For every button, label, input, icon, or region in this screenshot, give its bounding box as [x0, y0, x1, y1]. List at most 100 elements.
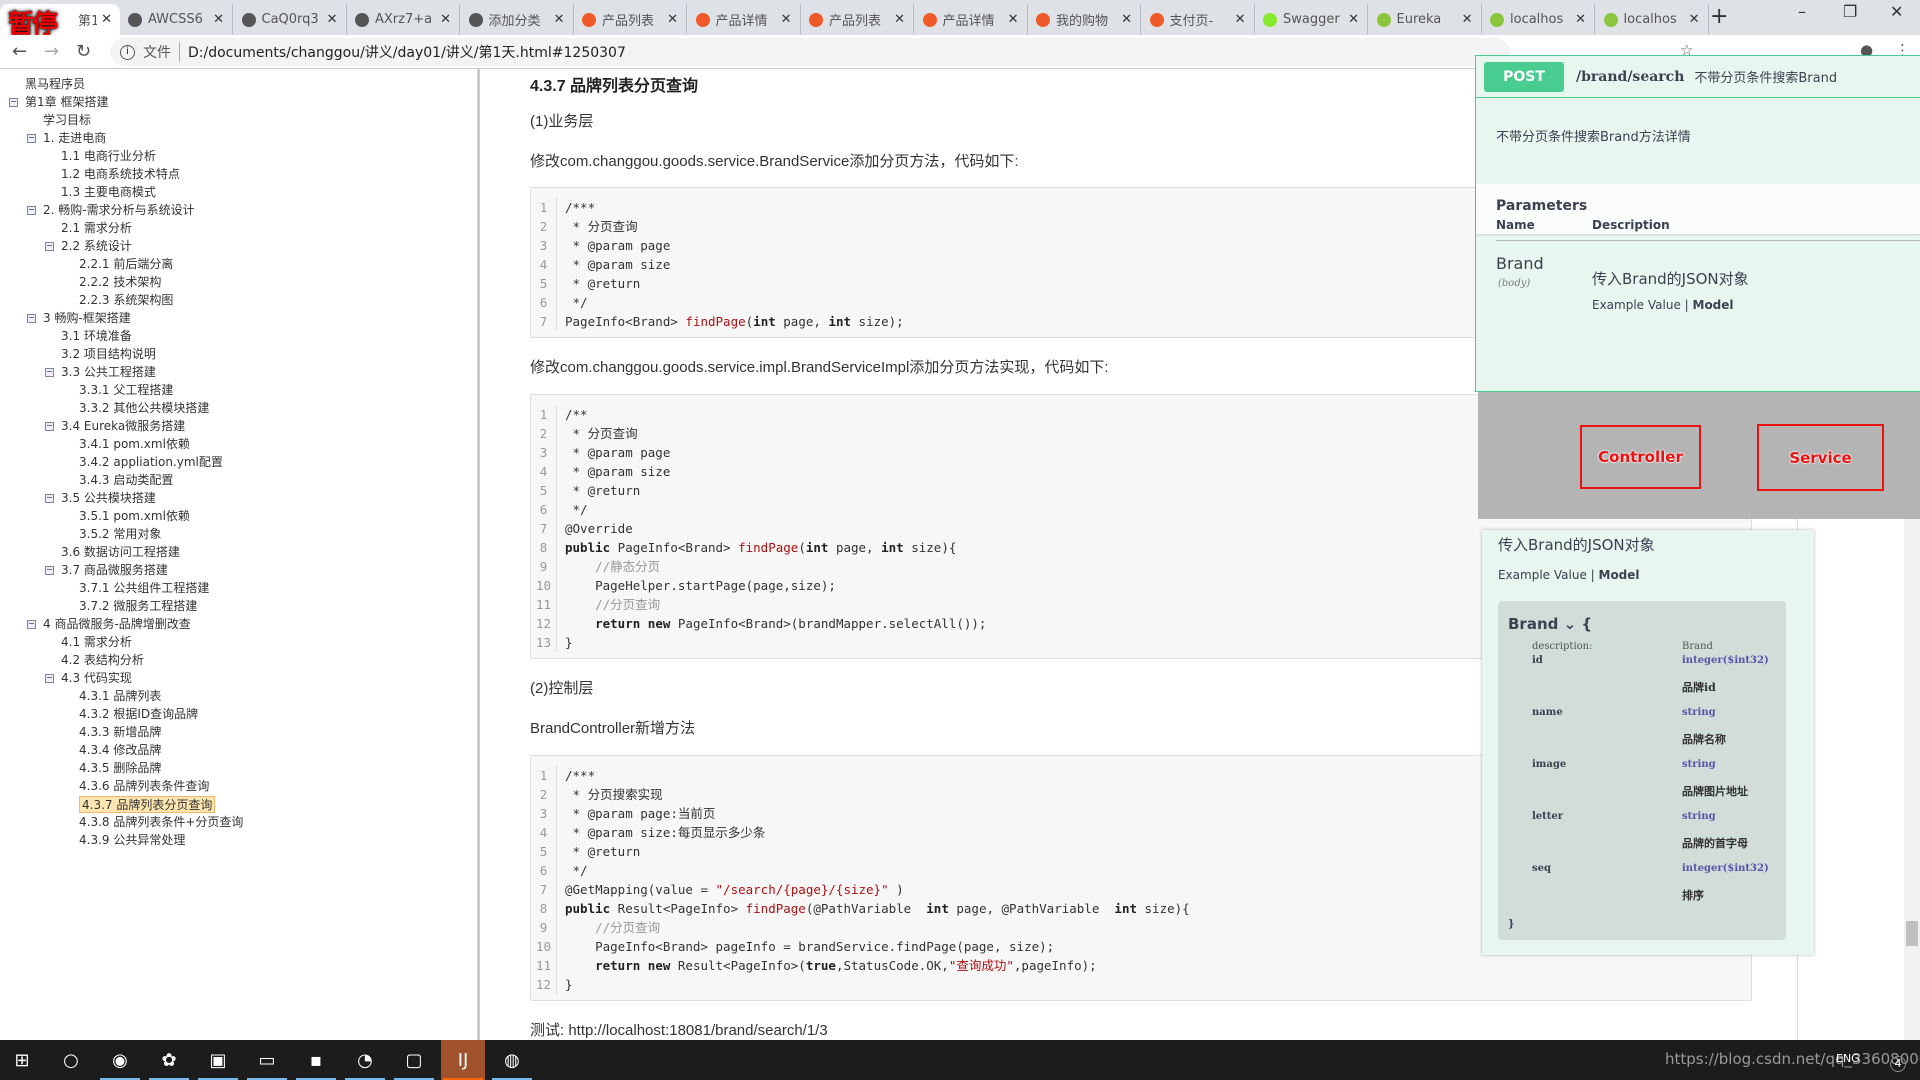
back-icon[interactable]: ←	[12, 41, 27, 62]
toc-item[interactable]: 3.7.1 公共组件工程搭建	[79, 580, 209, 597]
toc-item[interactable]: 第1章 框架搭建	[25, 94, 108, 111]
editor-icon[interactable]: ▣	[196, 1040, 240, 1080]
close-tab-icon[interactable]: ✕	[1575, 12, 1586, 27]
toc-item[interactable]: 3.3.2 其他公共模块搭建	[79, 400, 209, 417]
minimize-icon[interactable]: –	[1798, 2, 1806, 21]
xshell-icon[interactable]: ◔	[343, 1040, 387, 1080]
toc-item[interactable]: 3.5 公共模块搭建	[61, 490, 156, 507]
chrome-icon[interactable]: ◉	[98, 1040, 142, 1080]
toc-item[interactable]: 4.3.9 公共异常处理	[79, 832, 185, 849]
collapse-toggle-icon[interactable]: −	[27, 206, 36, 215]
toc-item[interactable]: 2.2.1 前后端分离	[79, 256, 173, 273]
close-tab-icon[interactable]: ✕	[213, 12, 224, 27]
browser-tab[interactable]: localhos ✕	[1482, 4, 1595, 35]
collapse-toggle-icon[interactable]: −	[45, 368, 54, 377]
input-language[interactable]: ENG	[1836, 1052, 1860, 1065]
chevron-down-icon[interactable]: ⌄	[1564, 615, 1577, 633]
close-tab-icon[interactable]: ✕	[1121, 12, 1132, 27]
browser-tab[interactable]: 产品列表 ✕	[574, 4, 687, 35]
info-icon[interactable]: i	[120, 44, 135, 60]
browser-tab[interactable]: Eureka ✕	[1369, 4, 1482, 35]
filezilla-icon[interactable]: ✿	[147, 1040, 191, 1080]
scrollbar-thumb[interactable]	[1906, 921, 1918, 946]
vmware-icon[interactable]: ▢	[392, 1040, 436, 1080]
toc-item[interactable]: 4.3.4 修改品牌	[79, 742, 161, 759]
toc-item[interactable]: 3.3.1 父工程搭建	[79, 382, 173, 399]
toc-item[interactable]: 3.1 环境准备	[61, 328, 132, 345]
operation-header[interactable]: POST /brand/search 不带分页条件搜索Brand	[1476, 56, 1920, 98]
toc-item[interactable]: 黑马程序员	[25, 76, 85, 93]
browser-tab[interactable]: localhos ✕	[1596, 4, 1709, 35]
browser-tab[interactable]: AWCSS6 ✕	[120, 4, 233, 35]
toc-item[interactable]: 3.6 数据访问工程搭建	[61, 544, 180, 561]
browser-tab[interactable]: 添加分类 ✕	[461, 4, 574, 35]
cortana-icon[interactable]: ○	[49, 1040, 93, 1080]
browser-tab[interactable]: CaQ0rq3 ✕	[234, 4, 347, 35]
intellij-icon[interactable]: IJ	[441, 1040, 485, 1080]
postman-icon[interactable]: ◍	[490, 1040, 534, 1080]
close-tab-icon[interactable]: ✕	[894, 12, 905, 27]
close-tab-icon[interactable]: ✕	[667, 12, 678, 27]
model-tab[interactable]: Model	[1693, 298, 1734, 312]
collapse-toggle-icon[interactable]: −	[27, 620, 36, 629]
collapse-toggle-icon[interactable]: −	[27, 134, 36, 143]
close-tab-icon[interactable]: ✕	[327, 12, 338, 27]
notification-count[interactable]: 4	[1890, 1056, 1906, 1072]
toc-item[interactable]: 4.2 表结构分析	[61, 652, 144, 669]
example-value-tab[interactable]: Example Value	[1592, 298, 1681, 312]
forward-icon[interactable]: →	[44, 41, 59, 62]
toc-item[interactable]: 4.1 需求分析	[61, 634, 132, 651]
toc-item[interactable]: 1.2 电商系统技术特点	[61, 166, 180, 183]
terminal-icon[interactable]: ▪	[294, 1040, 338, 1080]
toc-item[interactable]: 2.2 系统设计	[61, 238, 132, 255]
model-title[interactable]: Brand ⌄ {	[1508, 615, 1592, 633]
url-input[interactable]: i 文件 D:/documents/changgou/讲义/day01/讲义/第…	[110, 38, 1510, 66]
browser-tab[interactable]: Swagger ✕	[1255, 4, 1368, 35]
model-tab[interactable]: Model	[1599, 568, 1640, 582]
restore-icon[interactable]: ❐	[1843, 2, 1857, 21]
test-url-link[interactable]: http://localhost:18081/brand/search/1/3	[568, 1022, 827, 1039]
browser-tab[interactable]: 产品详情 ✕	[688, 4, 801, 35]
toc-item[interactable]: 4.3.7 品牌列表分页查询	[79, 796, 216, 813]
toc-item[interactable]: 2.2.2 技术架构	[79, 274, 161, 291]
browser-tab[interactable]: 我的购物 ✕	[1028, 4, 1141, 35]
browser-tab[interactable]: 支付页- ✕	[1142, 4, 1255, 35]
toc-item[interactable]: 3.4.2 appliation.yml配置	[79, 454, 223, 471]
browser-tab[interactable]: 产品列表 ✕	[801, 4, 914, 35]
close-window-icon[interactable]: ✕	[1890, 2, 1903, 21]
toc-item[interactable]: 3.7.2 微服务工程搭建	[79, 598, 197, 615]
toc-item[interactable]: 3.3 公共工程搭建	[61, 364, 156, 381]
close-tab-icon[interactable]: ✕	[1008, 12, 1019, 27]
toc-item[interactable]: 1.3 主要电商模式	[61, 184, 156, 201]
collapse-toggle-icon[interactable]: −	[27, 314, 36, 323]
close-tab-icon[interactable]: ✕	[440, 12, 451, 27]
collapse-toggle-icon[interactable]: −	[45, 242, 54, 251]
toc-item[interactable]: 4 商品微服务-品牌增删改查	[43, 616, 191, 633]
toc-item[interactable]: 3.4.1 pom.xml依赖	[79, 436, 190, 453]
new-tab-button[interactable]: +	[1710, 4, 1728, 29]
toc-item[interactable]: 2.2.3 系统架构图	[79, 292, 173, 309]
close-tab-icon[interactable]: ✕	[1689, 12, 1700, 27]
collapse-toggle-icon[interactable]: −	[45, 422, 54, 431]
collapse-toggle-icon[interactable]: −	[9, 98, 18, 107]
close-tab-icon[interactable]: ✕	[554, 12, 565, 27]
toc-item[interactable]: 4.3.6 品牌列表条件查询	[79, 778, 209, 795]
collapse-toggle-icon[interactable]: −	[45, 674, 54, 683]
toc-item[interactable]: 2.1 需求分析	[61, 220, 132, 237]
close-tab-icon[interactable]: ✕	[1235, 12, 1246, 27]
toc-item[interactable]: 4.3 代码实现	[61, 670, 132, 687]
toc-item[interactable]: 2. 畅购-需求分析与系统设计	[43, 202, 195, 219]
browser-tab[interactable]: 产品详情 ✕	[915, 4, 1028, 35]
toc-item[interactable]: 4.3.3 新增品牌	[79, 724, 161, 741]
close-tab-icon[interactable]: ✕	[1462, 12, 1473, 27]
reload-icon[interactable]: ↻	[76, 41, 91, 62]
toc-item[interactable]: 3.2 项目结构说明	[61, 346, 156, 363]
toc-item[interactable]: 1.1 电商行业分析	[61, 148, 156, 165]
toc-item[interactable]: 4.3.1 品牌列表	[79, 688, 161, 705]
toc-item[interactable]: 3.5.2 常用对象	[79, 526, 161, 543]
explorer-icon[interactable]: ▭	[245, 1040, 289, 1080]
toc-item[interactable]: 3.4.3 启动类配置	[79, 472, 173, 489]
collapse-toggle-icon[interactable]: −	[45, 494, 54, 503]
close-tab-icon[interactable]: ✕	[781, 12, 792, 27]
close-tab-icon[interactable]: ✕	[1348, 12, 1359, 27]
